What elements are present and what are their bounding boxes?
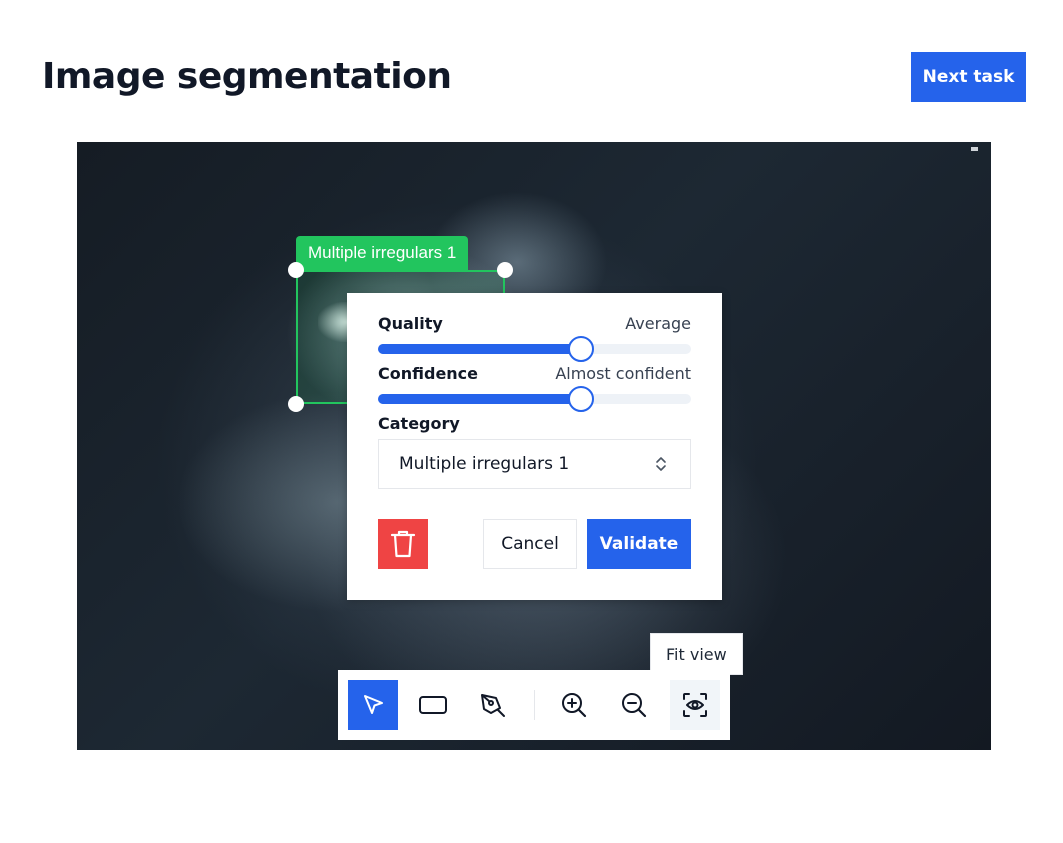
category-select[interactable]: Multiple irregulars 1 (378, 439, 691, 489)
confidence-slider-thumb[interactable] (568, 386, 595, 412)
fit-view-icon (683, 693, 707, 717)
annotation-edit-popup: Quality Average Confidence Almost confid… (347, 293, 722, 600)
quality-label: Quality (378, 314, 443, 333)
cursor-arrow-icon (364, 695, 383, 714)
confidence-slider-fill (378, 394, 582, 404)
zoom-out-icon (622, 693, 647, 718)
confidence-label: Confidence (378, 364, 479, 383)
quality-slider[interactable] (378, 336, 691, 362)
trash-icon (390, 530, 416, 558)
quality-slider-thumb[interactable] (568, 336, 595, 362)
canvas-toolbar (338, 670, 730, 740)
cancel-button[interactable]: Cancel (483, 519, 577, 569)
category-selected-value: Multiple irregulars 1 (399, 454, 570, 474)
next-task-button[interactable]: Next task (911, 52, 1026, 102)
zoom-out-tool-button[interactable] (609, 680, 659, 730)
page-title: Image segmentation (42, 56, 452, 97)
confidence-value: Almost confident (555, 364, 691, 383)
zoom-in-tool-button[interactable] (549, 680, 599, 730)
rectangle-tool-button[interactable] (408, 680, 458, 730)
quality-value: Average (625, 314, 691, 333)
image-canvas[interactable]: Multiple irregulars 1 Quality Average Co… (77, 142, 991, 750)
chevron-up-down-icon (656, 457, 666, 471)
resize-handle-top-left[interactable] (288, 262, 304, 278)
zoom-in-icon (562, 693, 587, 718)
canvas-minimap-indicator (971, 147, 978, 151)
fit-view-tooltip: Fit view (650, 633, 743, 675)
pen-tool-button[interactable] (468, 680, 518, 730)
select-tool-button[interactable] (348, 680, 398, 730)
confidence-slider[interactable] (378, 386, 691, 412)
pen-icon (481, 694, 505, 717)
category-label: Category (378, 414, 460, 433)
resize-handle-top-right[interactable] (497, 262, 513, 278)
resize-handle-bottom-left[interactable] (288, 396, 304, 412)
rectangle-icon (419, 696, 447, 714)
delete-annotation-button[interactable] (378, 519, 428, 569)
validate-button[interactable]: Validate (587, 519, 691, 569)
quality-slider-fill (378, 344, 582, 354)
annotation-label[interactable]: Multiple irregulars 1 (296, 236, 469, 270)
toolbar-divider (534, 690, 535, 720)
fit-view-tool-button[interactable] (670, 680, 720, 730)
